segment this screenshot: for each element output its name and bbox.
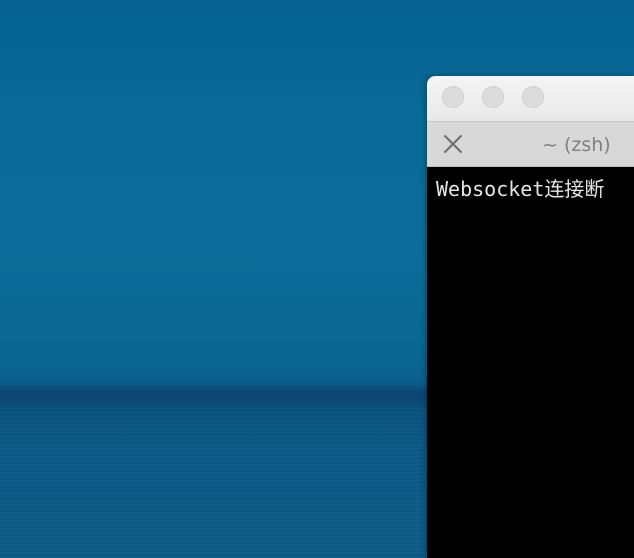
terminal-output-area[interactable]: Websocket连接断 [427, 167, 634, 558]
close-icon [444, 135, 462, 153]
tab-close-button[interactable] [442, 133, 464, 155]
desktop-wallpaper: ~ (zsh) Websocket连接断 [0, 0, 634, 558]
tab-bar: ~ (zsh) [427, 121, 634, 167]
window-minimize-button[interactable] [482, 86, 504, 108]
tab-title[interactable]: ~ (zsh) [542, 134, 611, 156]
window-titlebar[interactable] [427, 76, 634, 121]
terminal-window[interactable]: ~ (zsh) Websocket连接断 [427, 76, 634, 558]
window-close-button[interactable] [442, 86, 464, 108]
window-zoom-button[interactable] [522, 86, 544, 108]
terminal-output-line: Websocket连接断 [436, 177, 605, 201]
